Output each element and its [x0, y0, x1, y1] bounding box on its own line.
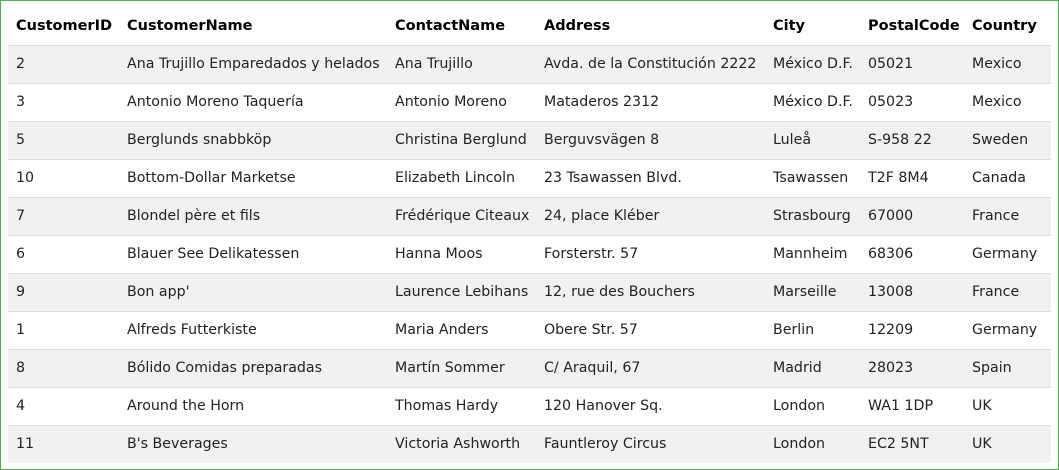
cell-city: Marseille [773, 284, 837, 300]
cell-city: Mannheim [773, 246, 848, 262]
cell-address: Berguvsvägen 8 [544, 132, 660, 148]
cell-country: Sweden [972, 132, 1029, 148]
cell-contactname: Christina Berglund [395, 132, 527, 148]
cell-postalcode: 68306 [868, 246, 914, 262]
cell-customerid: 4 [16, 398, 26, 414]
cell-address: Avda. de la Constitución 2222 [544, 56, 757, 72]
cell-customername: Blauer See Delikatessen [127, 246, 300, 262]
cell-address: Forsterstr. 57 [544, 246, 639, 262]
cell-country: UK [972, 398, 992, 414]
cell-customerid: 11 [16, 436, 35, 453]
cell-address: Mataderos 2312 [544, 94, 660, 110]
cell-address: 12, rue des Bouchers [544, 284, 695, 300]
cell-city: Tsawassen [773, 170, 849, 186]
customers-table: CustomerID CustomerName ContactName Addr… [8, 7, 1051, 463]
cell-postalcode: 12209 [868, 322, 914, 338]
cell-postalcode: WA1 1DP [868, 398, 933, 414]
table-header-row: CustomerID CustomerName ContactName Addr… [8, 7, 1051, 45]
cell-contactname: Maria Anders [395, 322, 489, 338]
cell-address: Obere Str. 57 [544, 322, 638, 338]
column-header-postalcode: PostalCode [868, 17, 960, 34]
cell-country: UK [972, 436, 992, 453]
cell-address: 120 Hanover Sq. [544, 398, 663, 414]
cell-postalcode: 13008 [868, 284, 914, 300]
cell-postalcode: 05021 [868, 56, 914, 72]
table-body: 2 Ana Trujillo Emparedados y helados Ana… [8, 45, 1051, 463]
cell-city: México D.F. [773, 94, 853, 110]
cell-city: Luleå [773, 132, 812, 148]
cell-postalcode: T2F 8M4 [868, 170, 929, 186]
cell-customername: Alfreds Futterkiste [127, 322, 257, 338]
cell-city: Strasbourg [773, 208, 851, 224]
cell-country: Germany [972, 246, 1038, 262]
table-row: 6 Blauer See Delikatessen Hanna Moos For… [8, 235, 1051, 273]
cell-customername: Ana Trujillo Emparedados y helados [127, 56, 380, 72]
cell-customername: Berglunds snabbköp [127, 132, 272, 148]
table-row: 10 Bottom-Dollar Marketse Elizabeth Linc… [8, 159, 1051, 197]
cell-postalcode: 28023 [868, 360, 914, 376]
table-row: 3 Antonio Moreno Taquería Antonio Moreno… [8, 83, 1051, 121]
cell-address: 24, place Kléber [544, 208, 660, 224]
cell-contactname: Antonio Moreno [395, 94, 507, 110]
table-row: 9 Bon app' Laurence Lebihans 12, rue des… [8, 273, 1051, 311]
cell-country: Mexico [972, 94, 1022, 110]
cell-contactname: Ana Trujillo [395, 56, 473, 72]
cell-customername: B's Beverages [127, 436, 228, 453]
column-header-city: City [773, 17, 805, 34]
table-row: 11 B's Beverages Victoria Ashworth Faunt… [8, 425, 1051, 463]
result-frame: CustomerID CustomerName ContactName Addr… [0, 0, 1059, 470]
cell-city: London [773, 436, 826, 453]
cell-customerid: 5 [16, 132, 26, 148]
cell-customerid: 8 [16, 360, 26, 376]
cell-city: México D.F. [773, 56, 853, 72]
cell-customername: Antonio Moreno Taquería [127, 94, 304, 110]
cell-address: Fauntleroy Circus [544, 436, 667, 453]
cell-customername: Blondel père et fils [127, 208, 261, 224]
cell-city: Madrid [773, 360, 822, 376]
cell-customerid: 3 [16, 94, 26, 110]
column-header-country: Country [972, 17, 1037, 34]
cell-customername: Bon app' [127, 284, 190, 300]
table-row: 4 Around the Horn Thomas Hardy 120 Hanov… [8, 387, 1051, 425]
cell-customername: Bólido Comidas preparadas [127, 360, 323, 376]
cell-customername: Around the Horn [127, 398, 245, 414]
table-row: 5 Berglunds snabbköp Christina Berglund … [8, 121, 1051, 159]
cell-address: 23 Tsawassen Blvd. [544, 170, 682, 186]
column-header-customerid: CustomerID [16, 17, 113, 34]
cell-contactname: Laurence Lebihans [395, 284, 529, 300]
cell-customerid: 1 [16, 322, 26, 338]
cell-customerid: 2 [16, 56, 26, 72]
cell-country: France [972, 284, 1020, 300]
cell-country: Mexico [972, 56, 1022, 72]
cell-customername: Bottom-Dollar Marketse [127, 170, 296, 186]
table-row: 8 Bólido Comidas preparadas Martín Somme… [8, 349, 1051, 387]
cell-customerid: 10 [16, 170, 35, 186]
cell-country: Canada [972, 170, 1026, 186]
cell-postalcode: 05023 [868, 94, 914, 110]
cell-customerid: 6 [16, 246, 26, 262]
cell-contactname: Thomas Hardy [395, 398, 499, 414]
cell-country: France [972, 208, 1020, 224]
cell-postalcode: 67000 [868, 208, 914, 224]
cell-contactname: Elizabeth Lincoln [395, 170, 516, 186]
cell-address: C/ Araquil, 67 [544, 360, 641, 376]
cell-contactname: Frédérique Citeaux [395, 208, 530, 224]
cell-customerid: 7 [16, 208, 26, 224]
cell-contactname: Martín Sommer [395, 360, 505, 376]
cell-contactname: Victoria Ashworth [395, 436, 521, 453]
cell-postalcode: S-958 22 [868, 132, 932, 148]
cell-contactname: Hanna Moos [395, 246, 483, 262]
cell-postalcode: EC2 5NT [868, 436, 929, 453]
cell-country: Germany [972, 322, 1038, 338]
table-row: 7 Blondel père et fils Frédérique Citeau… [8, 197, 1051, 235]
table-row: 2 Ana Trujillo Emparedados y helados Ana… [8, 45, 1051, 83]
cell-country: Spain [972, 360, 1012, 376]
column-header-customername: CustomerName [127, 17, 253, 34]
table-row: 1 Alfreds Futterkiste Maria Anders Obere… [8, 311, 1051, 349]
column-header-contactname: ContactName [395, 17, 506, 34]
cell-city: Berlin [773, 322, 815, 338]
cell-city: London [773, 398, 826, 414]
column-header-address: Address [544, 17, 611, 34]
cell-customerid: 9 [16, 284, 26, 300]
